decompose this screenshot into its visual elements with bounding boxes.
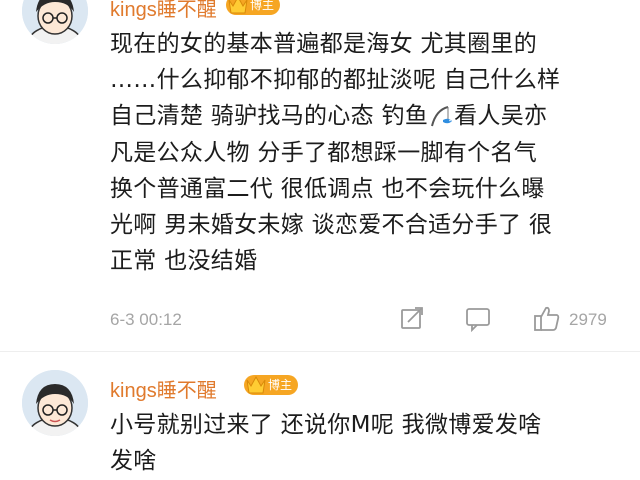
username[interactable]: kings睡不醒: [110, 374, 217, 403]
comment-line: 小号就别过来了 还说你M呢 我微博爱发啥: [110, 412, 542, 438]
share-icon[interactable]: [399, 305, 425, 331]
avatar[interactable]: [22, 370, 88, 436]
comment-line-part: 自己清楚 骑驴找马的心态 钓鱼: [110, 103, 429, 130]
comment-line: 自己清楚 骑驴找马的心态 钓鱼 看人吴亦: [110, 98, 625, 134]
crown-icon: [228, 0, 248, 14]
badge-label: 博主: [250, 0, 275, 12]
username[interactable]: kings睡不醒: [110, 0, 217, 22]
fishing-rod-icon: [431, 105, 453, 127]
avatar[interactable]: [22, 0, 88, 44]
author-badge: 博主: [244, 375, 299, 395]
comment-line: 正常 也没结婚: [110, 248, 258, 275]
timestamp: 6-3 00:12: [110, 310, 182, 329]
divider: [0, 351, 640, 352]
comment-line: 换个普通富二代 很低调点 也不会玩什么曝: [110, 175, 545, 202]
comment-line: 发啥: [110, 448, 157, 475]
crown-icon: [246, 375, 266, 394]
comment-icon[interactable]: [465, 306, 491, 332]
comment-line-part: 看人吴亦: [454, 103, 548, 130]
thumbs-up-icon[interactable]: [533, 304, 561, 332]
comment-text: 现在的女的基本普遍都是海女 尤其圈里的 ……什么抑郁不抑郁的都扯淡呢 自己什么样…: [110, 26, 625, 279]
comment-line: 光啊 男未婚女未嫁 谈恋爱不合适分手了 很: [110, 212, 553, 239]
comment-text: 小号就别过来了 还说你M呢 我微博爱发啥 发啥: [110, 407, 625, 479]
comment-line: 现在的女的基本普遍都是海女 尤其圈里的: [110, 31, 538, 57]
badge-label: 博主: [268, 378, 293, 392]
author-badge: 博主: [226, 0, 281, 15]
comment-line: 凡是公众人物 分手了都想踩一脚有个名气: [110, 139, 538, 166]
like-count: 2979: [569, 310, 607, 329]
comment-line: ……什么抑郁不抑郁的都扯淡呢 自己什么样: [110, 67, 561, 94]
